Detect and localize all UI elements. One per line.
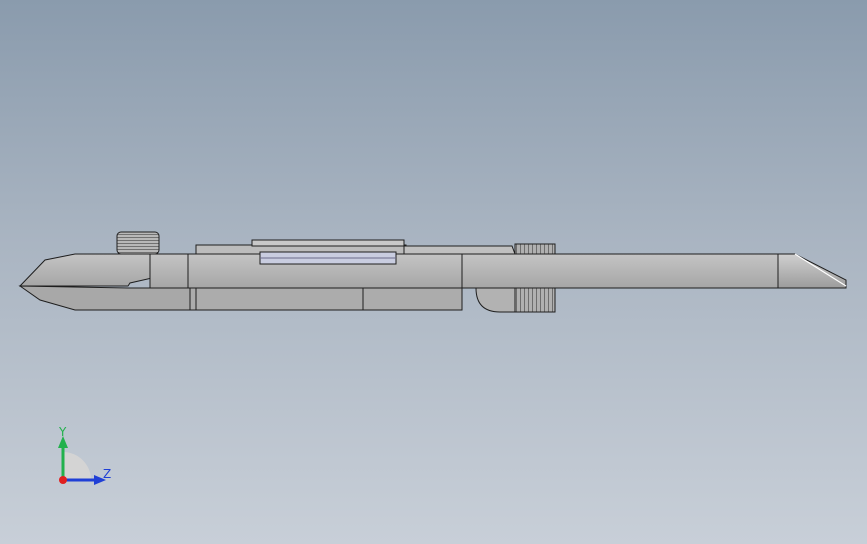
- right-segment: [461, 253, 779, 289]
- left-nose-lower: [18, 285, 191, 311]
- y-axis-label: Y: [58, 425, 67, 439]
- top-step: [251, 239, 405, 247]
- z-axis-label: Z: [103, 467, 111, 481]
- right-chisel-tip: [777, 253, 847, 289]
- left-nose-tip: [18, 253, 153, 287]
- top-knurl-ring: [514, 243, 556, 255]
- graphics-viewport[interactable]: Y Z: [0, 0, 867, 544]
- top-knurl-knob: [116, 231, 160, 255]
- top-right-step: [403, 245, 516, 255]
- rear-collar: [462, 287, 516, 313]
- rear-knurl-ring: [514, 287, 556, 313]
- part-model[interactable]: [0, 0, 867, 544]
- x-axis-origin: [59, 476, 67, 484]
- view-orientation-triad[interactable]: Y Z: [40, 420, 130, 500]
- barrel-lower: [189, 287, 463, 311]
- triad-quadrant-icon: [63, 452, 91, 480]
